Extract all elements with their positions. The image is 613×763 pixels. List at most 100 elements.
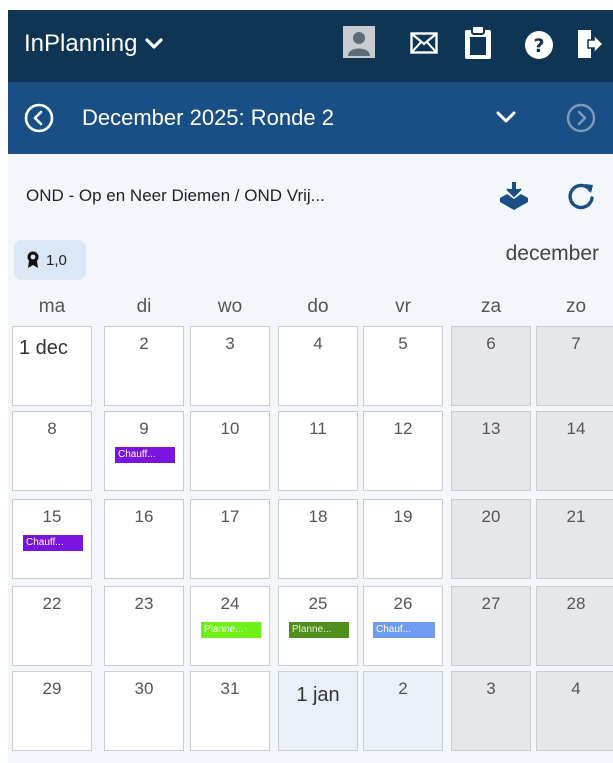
day-cell[interactable]: 22 bbox=[12, 586, 92, 666]
day-cell[interactable]: 15 Chauff... bbox=[12, 499, 92, 579]
day-cell[interactable]: 30 bbox=[104, 671, 184, 751]
day-cell[interactable]: 4 bbox=[278, 326, 358, 406]
day-number: 5 bbox=[398, 334, 408, 353]
day-number: 3 bbox=[225, 334, 235, 353]
day-cell[interactable]: 1 dec bbox=[12, 326, 92, 406]
badge-value: 1,0 bbox=[46, 251, 67, 269]
day-cell[interactable]: 19 bbox=[363, 499, 443, 579]
day-number: 1 jan bbox=[296, 684, 340, 706]
weekday-label: do bbox=[307, 296, 329, 317]
day-cell[interactable]: 4 bbox=[536, 671, 613, 751]
day-cell[interactable]: 2 bbox=[104, 326, 184, 406]
day-cell[interactable]: 26 Chauf... bbox=[363, 586, 443, 666]
weekday-label: ma bbox=[38, 296, 66, 317]
help-icon[interactable]: ? bbox=[524, 30, 554, 65]
day-cell[interactable]: 8 bbox=[12, 411, 92, 491]
day-number: 6 bbox=[486, 334, 496, 353]
day-number: 19 bbox=[393, 507, 413, 526]
weekday-label: za bbox=[480, 296, 502, 317]
day-cell[interactable]: 7 bbox=[536, 326, 613, 406]
weekday-label: wo bbox=[217, 296, 243, 317]
day-cell[interactable]: 9 Chauff... bbox=[104, 411, 184, 491]
day-cell[interactable]: 23 bbox=[104, 586, 184, 666]
day-number: 23 bbox=[134, 594, 154, 613]
day-cell[interactable]: 10 bbox=[190, 411, 270, 491]
svg-text:?: ? bbox=[533, 35, 544, 57]
chevron-down-icon bbox=[145, 30, 164, 58]
day-cell[interactable]: 17 bbox=[190, 499, 270, 579]
shift-event[interactable]: Chauff... bbox=[115, 447, 175, 463]
period-title[interactable]: December 2025: Ronde 2 bbox=[82, 105, 334, 131]
day-cell[interactable]: 11 bbox=[278, 411, 358, 491]
avatar-icon[interactable] bbox=[343, 26, 375, 63]
clipboard-icon[interactable] bbox=[463, 24, 493, 65]
day-number: 9 bbox=[139, 419, 149, 438]
day-number: 3 bbox=[486, 679, 496, 698]
organization-selector[interactable]: OND - Op en Neer Diemen / OND Vrij... bbox=[26, 186, 325, 206]
app-root: InPlanning ? December 2025: Ronde 2 OND … bbox=[8, 10, 613, 763]
day-cell[interactable]: 20 bbox=[451, 499, 531, 579]
day-cell[interactable]: 12 bbox=[363, 411, 443, 491]
shift-event[interactable]: Chauff... bbox=[23, 535, 83, 551]
day-number: 4 bbox=[313, 334, 323, 353]
day-cell[interactable]: 2 bbox=[363, 671, 443, 751]
day-number: 2 bbox=[139, 334, 149, 353]
refresh-icon[interactable] bbox=[566, 181, 596, 216]
day-number: 28 bbox=[566, 594, 586, 613]
weekday-label: vr bbox=[395, 296, 411, 317]
top-bar: InPlanning ? bbox=[8, 10, 613, 82]
previous-period-button[interactable] bbox=[24, 103, 54, 138]
day-number: 31 bbox=[220, 679, 240, 698]
shift-event[interactable]: Planne... bbox=[201, 622, 261, 638]
day-number: 12 bbox=[393, 419, 413, 438]
day-cell[interactable]: 5 bbox=[363, 326, 443, 406]
day-number: 13 bbox=[481, 419, 501, 438]
weekday-label: zo bbox=[565, 296, 587, 317]
logout-icon[interactable] bbox=[576, 28, 605, 65]
day-cell[interactable]: 27 bbox=[451, 586, 531, 666]
day-number: 11 bbox=[309, 419, 327, 438]
day-cell[interactable]: 25 Planne... bbox=[278, 586, 358, 666]
download-icon[interactable] bbox=[498, 180, 530, 217]
day-cell[interactable]: 29 bbox=[12, 671, 92, 751]
month-label: december bbox=[505, 242, 599, 265]
day-number: 18 bbox=[308, 507, 328, 526]
app-name: InPlanning bbox=[24, 30, 138, 57]
day-cell[interactable]: 21 bbox=[536, 499, 613, 579]
day-cell[interactable]: 3 bbox=[190, 326, 270, 406]
mail-icon[interactable] bbox=[410, 32, 438, 59]
shift-event[interactable]: Chauf... bbox=[373, 622, 435, 638]
day-cell[interactable]: 31 bbox=[190, 671, 270, 751]
day-cell[interactable]: 3 bbox=[451, 671, 531, 751]
day-number: 30 bbox=[134, 679, 154, 698]
day-cell[interactable]: 16 bbox=[104, 499, 184, 579]
weekday-label: di bbox=[136, 296, 152, 317]
day-number: 27 bbox=[481, 594, 501, 613]
day-number: 14 bbox=[566, 419, 586, 438]
day-number: 10 bbox=[220, 419, 240, 438]
hours-badge: 1,0 bbox=[14, 240, 86, 280]
day-number: 21 bbox=[566, 507, 586, 526]
chevron-down-icon[interactable] bbox=[496, 110, 516, 129]
day-cell[interactable]: 6 bbox=[451, 326, 531, 406]
period-navbar: December 2025: Ronde 2 bbox=[8, 82, 613, 154]
day-cell[interactable]: 1 jan bbox=[278, 671, 358, 751]
day-number: 1 dec bbox=[19, 337, 68, 359]
day-number: 17 bbox=[220, 507, 240, 526]
award-icon bbox=[27, 251, 39, 268]
app-switcher[interactable]: InPlanning bbox=[24, 30, 164, 58]
day-cell[interactable]: 13 bbox=[451, 411, 531, 491]
organization-bar: OND - Op en Neer Diemen / OND Vrij... bbox=[8, 154, 613, 236]
day-number: 29 bbox=[42, 679, 62, 698]
next-period-button[interactable] bbox=[566, 103, 596, 138]
day-number: 22 bbox=[42, 594, 62, 613]
day-cell[interactable]: 18 bbox=[278, 499, 358, 579]
day-number: 4 bbox=[571, 679, 581, 698]
day-number: 15 bbox=[42, 507, 62, 526]
day-number: 25 bbox=[308, 594, 328, 613]
day-cell[interactable]: 24 Planne... bbox=[190, 586, 270, 666]
shift-event[interactable]: Planne... bbox=[289, 622, 349, 638]
day-cell[interactable]: 14 bbox=[536, 411, 613, 491]
day-number: 20 bbox=[481, 507, 501, 526]
day-cell[interactable]: 28 bbox=[536, 586, 613, 666]
